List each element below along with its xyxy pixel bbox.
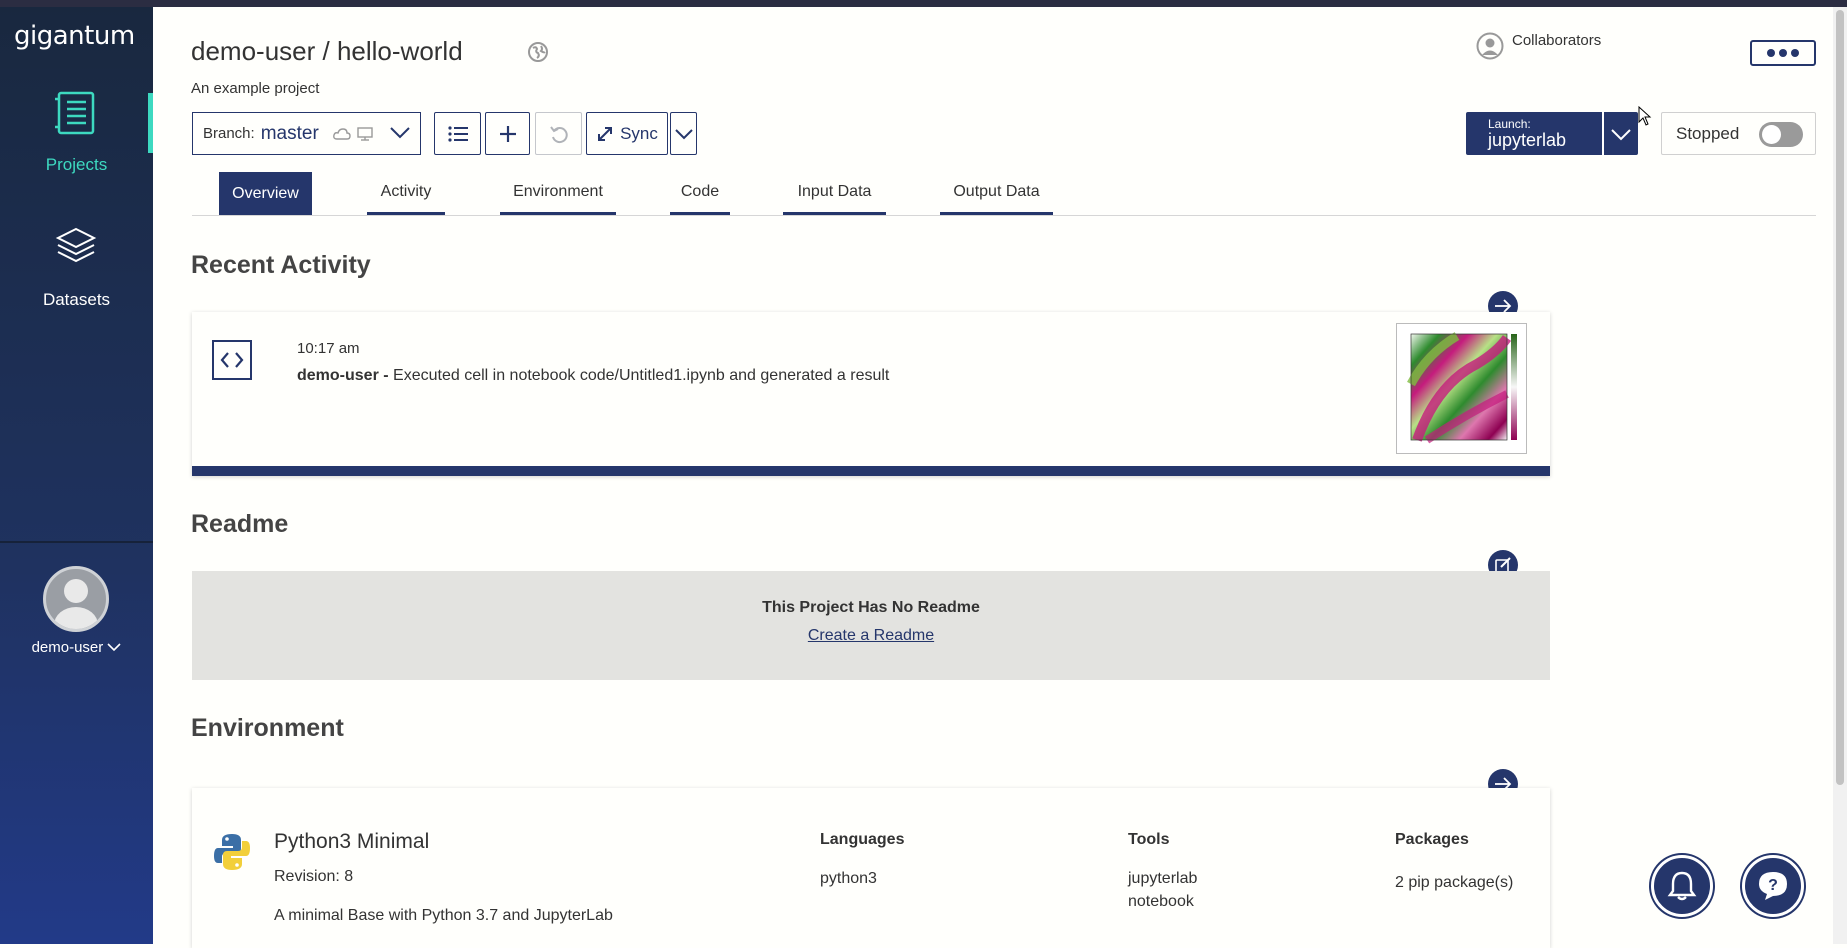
undo-icon	[549, 125, 568, 143]
create-readme-label[interactable]: Create a Readme	[808, 627, 934, 644]
tab-input-data[interactable]: Input Data	[783, 172, 886, 215]
dot-icon	[1791, 49, 1799, 57]
arrow-right-icon	[1495, 299, 1512, 313]
code-icon	[212, 340, 252, 380]
sync-button[interactable]: Sync	[586, 112, 668, 155]
expand-arrows-icon	[598, 126, 613, 141]
notebook-icon	[55, 91, 95, 135]
container-status-toggle[interactable]: Stopped	[1661, 112, 1816, 155]
branch-list-button[interactable]	[434, 112, 481, 155]
user-circle-icon	[1476, 32, 1504, 60]
chevron-down-icon	[1611, 128, 1631, 140]
user-menu[interactable]: demo-user	[0, 639, 153, 656]
toggle-switch[interactable]	[1759, 122, 1803, 147]
notifications-button[interactable]	[1651, 855, 1713, 917]
environment-card: Python3 Minimal Revision: 8 A minimal Ba…	[192, 788, 1550, 948]
branch-selector[interactable]: Branch: master	[192, 112, 421, 155]
plus-icon	[499, 125, 516, 142]
collaborators-label: Collaborators	[1512, 32, 1602, 49]
activity-message: demo-user - Executed cell in notebook co…	[297, 367, 889, 385]
branch-name: master	[260, 122, 319, 144]
tab-output-data[interactable]: Output Data	[940, 172, 1053, 215]
sidebar-item-projects[interactable]: Projects	[0, 87, 153, 174]
tab-code[interactable]: Code	[670, 172, 730, 215]
activity-text: Executed cell in notebook code/Untitled1…	[393, 367, 890, 384]
environment-revision: Revision: 8	[274, 868, 354, 885]
tab-bar: Overview Activity Environment Code Input…	[192, 172, 1816, 216]
launch-app-name: jupyterlab	[1488, 130, 1567, 150]
branch-label: Branch:	[203, 125, 255, 142]
avatar[interactable]	[43, 566, 109, 632]
sync-options-button[interactable]	[670, 112, 697, 155]
result-thumbnail[interactable]	[1396, 323, 1527, 454]
launch-caption: Launch:	[1488, 117, 1531, 131]
recent-activity-heading: Recent Activity	[191, 251, 371, 279]
activity-time: 10:17 am	[297, 340, 360, 357]
app-logo[interactable]: gigantum	[14, 21, 135, 51]
cloud-icon	[332, 127, 351, 140]
sidebar-item-datasets[interactable]: Datasets	[0, 222, 153, 309]
activity-card: 10:17 am demo-user - Executed cell in no…	[192, 312, 1550, 476]
chevron-down-icon	[107, 643, 122, 652]
sidebar-item-label: Projects	[45, 155, 108, 174]
readme-empty-state: This Project Has No Readme Create a Read…	[192, 571, 1550, 680]
tab-environment[interactable]: Environment	[500, 172, 616, 215]
active-indicator	[148, 93, 153, 153]
collaborators-button[interactable]: Collaborators	[1476, 32, 1601, 60]
reset-branch-button[interactable]	[535, 112, 582, 155]
languages-heading: Languages	[820, 831, 905, 848]
project-description: An example project	[191, 80, 320, 97]
tools-heading: Tools	[1128, 831, 1170, 848]
tab-overview[interactable]: Overview	[219, 172, 312, 215]
readme-empty-title: This Project Has No Readme	[762, 599, 980, 616]
page-title: demo-user / hello-world	[191, 36, 463, 66]
launch-options-button[interactable]	[1602, 112, 1638, 155]
user-silhouette-icon	[54, 579, 98, 629]
sync-label: Sync	[620, 123, 658, 143]
svg-text:?: ?	[1768, 877, 1778, 894]
chevron-down-icon	[674, 128, 693, 139]
packages-heading: Packages	[1395, 831, 1469, 848]
help-button[interactable]: ?	[1742, 855, 1804, 917]
contour-plot-image	[1407, 332, 1517, 444]
mouse-cursor-icon	[1638, 106, 1652, 126]
dot-icon	[1767, 49, 1775, 57]
readme-heading: Readme	[191, 510, 289, 538]
bell-icon	[1667, 871, 1697, 901]
page-scrollbar[interactable]	[1833, 7, 1847, 944]
sidebar: gigantum Projects Datasets demo-user	[0, 7, 153, 944]
help-icon: ?	[1759, 872, 1787, 900]
user-name: demo-user	[31, 639, 104, 656]
dot-icon	[1779, 49, 1787, 57]
sidebar-item-label: Datasets	[42, 290, 111, 309]
layers-icon	[55, 227, 97, 263]
computer-icon	[357, 126, 373, 141]
activity-user: demo-user -	[297, 367, 389, 384]
language-item: python3	[820, 870, 877, 887]
globe-icon[interactable]	[527, 41, 549, 63]
tool-item: notebook	[1128, 893, 1194, 910]
top-bar	[0, 0, 1847, 7]
status-label: Stopped	[1676, 123, 1740, 143]
environment-description: A minimal Base with Python 3.7 and Jupyt…	[274, 907, 613, 924]
packages-count: 2 pip package(s)	[1395, 874, 1514, 891]
environment-name: Python3 Minimal	[274, 830, 430, 853]
sidebar-divider	[0, 541, 153, 543]
scrollbar-thumb[interactable]	[1836, 10, 1844, 785]
python-icon	[214, 834, 250, 870]
chevron-down-icon	[390, 127, 410, 139]
list-icon	[447, 125, 468, 142]
create-branch-button[interactable]	[485, 112, 530, 155]
environment-heading: Environment	[191, 714, 344, 742]
tool-item: jupyterlab	[1128, 870, 1198, 887]
more-actions-button[interactable]	[1750, 40, 1816, 66]
tab-activity[interactable]: Activity	[367, 172, 445, 215]
create-readme-link[interactable]: Create a Readme	[192, 627, 1550, 645]
